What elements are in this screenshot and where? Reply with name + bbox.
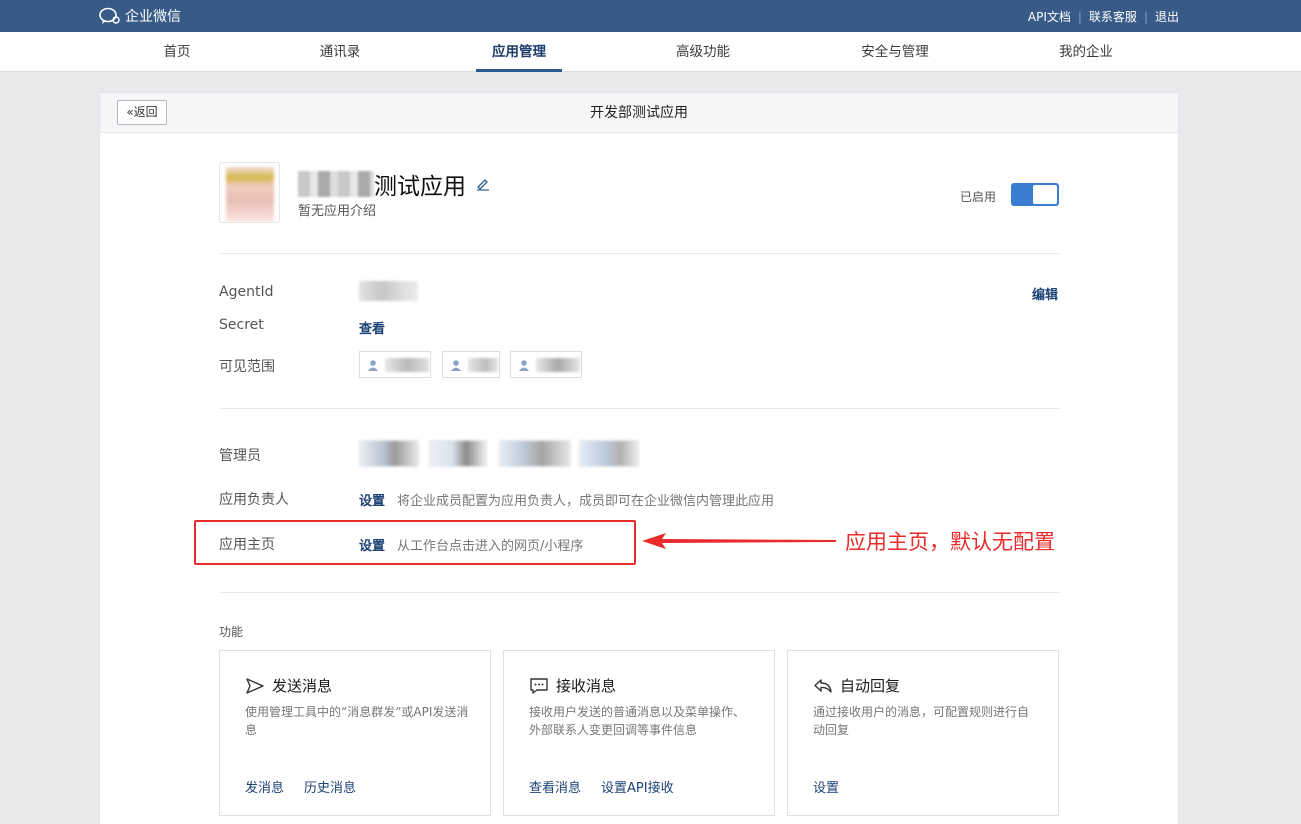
- card-links: 设置: [813, 777, 859, 796]
- visible-member-chip[interactable]: [359, 351, 431, 378]
- user-icon: [368, 359, 378, 371]
- set-api-receive-link[interactable]: 设置API接收: [601, 777, 674, 796]
- top-bar: 企业微信 API文档 | 联系客服 | 退出: [0, 0, 1301, 32]
- panel-title: 开发部测试应用: [590, 105, 688, 121]
- divider: [219, 408, 1059, 409]
- app-detail-panel: «返回 开发部测试应用 测试应用 暂无应用介绍 已启用 AgentId 编辑 S…: [99, 92, 1179, 824]
- card-links: 发消息 历史消息: [245, 777, 376, 796]
- view-secret-link[interactable]: 查看: [359, 318, 385, 337]
- admin-avatar-redacted[interactable]: [499, 440, 571, 467]
- card-description: 通过接收用户的消息，可配置规则进行自动回复: [813, 705, 1030, 737]
- nav-item-apps[interactable]: 应用管理: [476, 32, 562, 72]
- visible-member-chip[interactable]: [442, 351, 500, 378]
- card-links: 查看消息 设置API接收: [529, 777, 694, 796]
- support-link[interactable]: 联系客服: [1089, 8, 1137, 25]
- reply-icon: [814, 678, 832, 693]
- card-title: 自动回复: [813, 675, 900, 696]
- history-message-link[interactable]: 历史消息: [304, 777, 356, 796]
- nav-item-security[interactable]: 安全与管理: [852, 32, 938, 72]
- owner-hint: 将企业成员配置为应用负责人，成员即可在企业微信内管理此应用: [397, 494, 775, 509]
- link-divider: |: [1143, 9, 1148, 24]
- card-title: 发送消息: [245, 675, 332, 696]
- user-icon: [519, 359, 529, 371]
- redacted-name: [298, 171, 374, 197]
- admin-avatar-redacted[interactable]: [359, 440, 419, 467]
- redacted-member: [385, 357, 429, 372]
- view-messages-link[interactable]: 查看消息: [529, 777, 581, 796]
- edit-link[interactable]: 编辑: [1032, 284, 1058, 303]
- card-description: 使用管理工具中的“消息群发”或API发送消息: [245, 705, 469, 737]
- admin-label: 管理员: [219, 448, 261, 464]
- visible-scope-label: 可见范围: [219, 359, 275, 375]
- card-title: 接收消息: [529, 675, 616, 696]
- set-owner-link[interactable]: 设置: [359, 490, 385, 509]
- user-icon: [451, 359, 461, 371]
- feature-card-receive: 接收消息 接收用户发送的普通消息以及菜单操作、外部联系人变更回调等事件信息 查看…: [503, 650, 775, 816]
- main-nav: 首页 通讯录 应用管理 高级功能 安全与管理 我的企业: [0, 32, 1301, 72]
- feature-card-autoreply: 自动回复 通过接收用户的消息，可配置规则进行自动回复 设置: [787, 650, 1059, 816]
- redacted-member: [468, 357, 498, 372]
- app-name-text: 测试应用: [374, 174, 466, 200]
- edit-pencil-icon[interactable]: [475, 176, 491, 192]
- divider: [219, 592, 1059, 593]
- brand-name: 企业微信: [125, 9, 181, 25]
- message-icon: [530, 677, 548, 694]
- admin-avatar-redacted[interactable]: [429, 440, 487, 467]
- status-label: 已启用: [960, 190, 997, 204]
- card-description: 接收用户发送的普通消息以及菜单操作、外部联系人变更回调等事件信息: [529, 705, 746, 737]
- annotation-text: 应用主页，默认无配置: [845, 530, 1055, 554]
- divider: [219, 253, 1059, 254]
- nav-item-advanced[interactable]: 高级功能: [665, 32, 741, 72]
- link-divider: |: [1077, 9, 1082, 24]
- wecom-logo-icon: [99, 7, 120, 24]
- send-message-link[interactable]: 发消息: [245, 777, 284, 796]
- agentid-value-redacted: [359, 281, 418, 301]
- admin-avatar-redacted[interactable]: [579, 440, 639, 467]
- app-owner-label: 应用负责人: [219, 492, 289, 508]
- card-title-text: 发送消息: [272, 677, 333, 695]
- card-title-text: 接收消息: [556, 677, 617, 695]
- nav-item-home[interactable]: 首页: [147, 32, 207, 72]
- app-logo[interactable]: [219, 162, 280, 223]
- brand-logo[interactable]: 企业微信: [99, 6, 181, 26]
- redacted-member: [536, 357, 580, 372]
- send-icon: [246, 677, 264, 694]
- agentid-label: AgentId: [219, 284, 274, 300]
- logout-link[interactable]: 退出: [1155, 8, 1179, 25]
- annotation-arrow-icon: [642, 533, 836, 549]
- visible-member-chip[interactable]: [510, 351, 582, 378]
- app-description: 暂无应用介绍: [298, 204, 377, 219]
- app-name: 测试应用: [298, 167, 491, 201]
- secret-label: Secret: [219, 317, 264, 333]
- autoreply-settings-link[interactable]: 设置: [813, 777, 839, 796]
- features-section-label: 功能: [219, 625, 244, 639]
- card-title-text: 自动回复: [840, 677, 901, 695]
- nav-item-contacts[interactable]: 通讯录: [310, 32, 370, 72]
- annotation-highlight-box: [194, 520, 636, 565]
- api-docs-link[interactable]: API文档: [1028, 8, 1071, 25]
- enable-toggle[interactable]: [1011, 183, 1059, 206]
- top-links: API文档 | 联系客服 | 退出: [1028, 8, 1179, 25]
- nav-item-my-company[interactable]: 我的企业: [1048, 32, 1124, 72]
- feature-card-send: 发送消息 使用管理工具中的“消息群发”或API发送消息 发消息 历史消息: [219, 650, 491, 816]
- panel-header: «返回 开发部测试应用: [100, 93, 1178, 133]
